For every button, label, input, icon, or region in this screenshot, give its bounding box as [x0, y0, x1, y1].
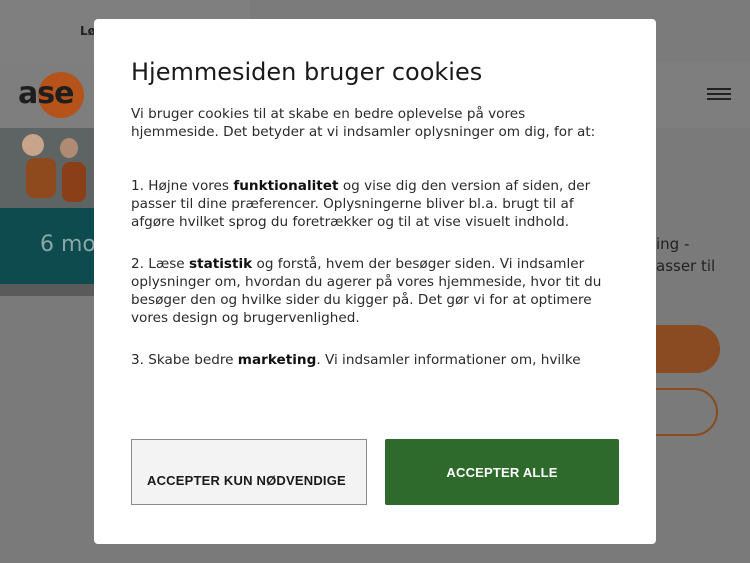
item-text: 3. Skabe bedre	[131, 352, 238, 368]
modal-scroll-area[interactable]: Hjemmesiden bruger cookies Vi bruger coo…	[94, 19, 656, 401]
accept-all-button[interactable]: ACCEPTER ALLE	[385, 439, 619, 505]
modal-title: Hjemmesiden bruger cookies	[131, 58, 483, 86]
ase-logo[interactable]: ase	[18, 72, 84, 118]
item-keyword: funktionalitet	[233, 178, 339, 194]
background-text-line: asser til	[656, 257, 716, 275]
hero-bottom	[0, 284, 94, 296]
hero-image	[0, 128, 94, 208]
consent-item: 3. Skabe bedre marketing. Vi indsamler i…	[131, 351, 609, 369]
intro-text: Vi bruger cookies til at skabe en bedre …	[131, 106, 596, 140]
consent-item: 1. Højne vores funktionalitet og vise di…	[131, 177, 609, 231]
modal-body: Vi bruger cookies til at skabe en bedre …	[131, 105, 609, 393]
menu-icon[interactable]	[707, 88, 731, 102]
item-text: 2. Læse	[131, 256, 189, 272]
consent-item: 2. Læse statistik og forstå, hvem der be…	[131, 255, 609, 327]
accept-necessary-button[interactable]: ACCEPTER KUN NØDVENDIGE	[131, 439, 367, 505]
background-text: ing - asser til	[656, 233, 715, 277]
background-text-line: ing -	[656, 235, 690, 253]
item-keyword: statistik	[188, 256, 253, 272]
hero-text: 6 mo	[40, 232, 96, 257]
item-text: . Vi indsamler informationer om, hvilke	[316, 352, 581, 368]
item-keyword: marketing	[237, 352, 317, 368]
item-text: 1. Højne vores	[131, 178, 234, 194]
logo-text: ase	[18, 76, 74, 111]
cookie-consent-modal: Hjemmesiden bruger cookies Vi bruger coo…	[94, 19, 656, 544]
